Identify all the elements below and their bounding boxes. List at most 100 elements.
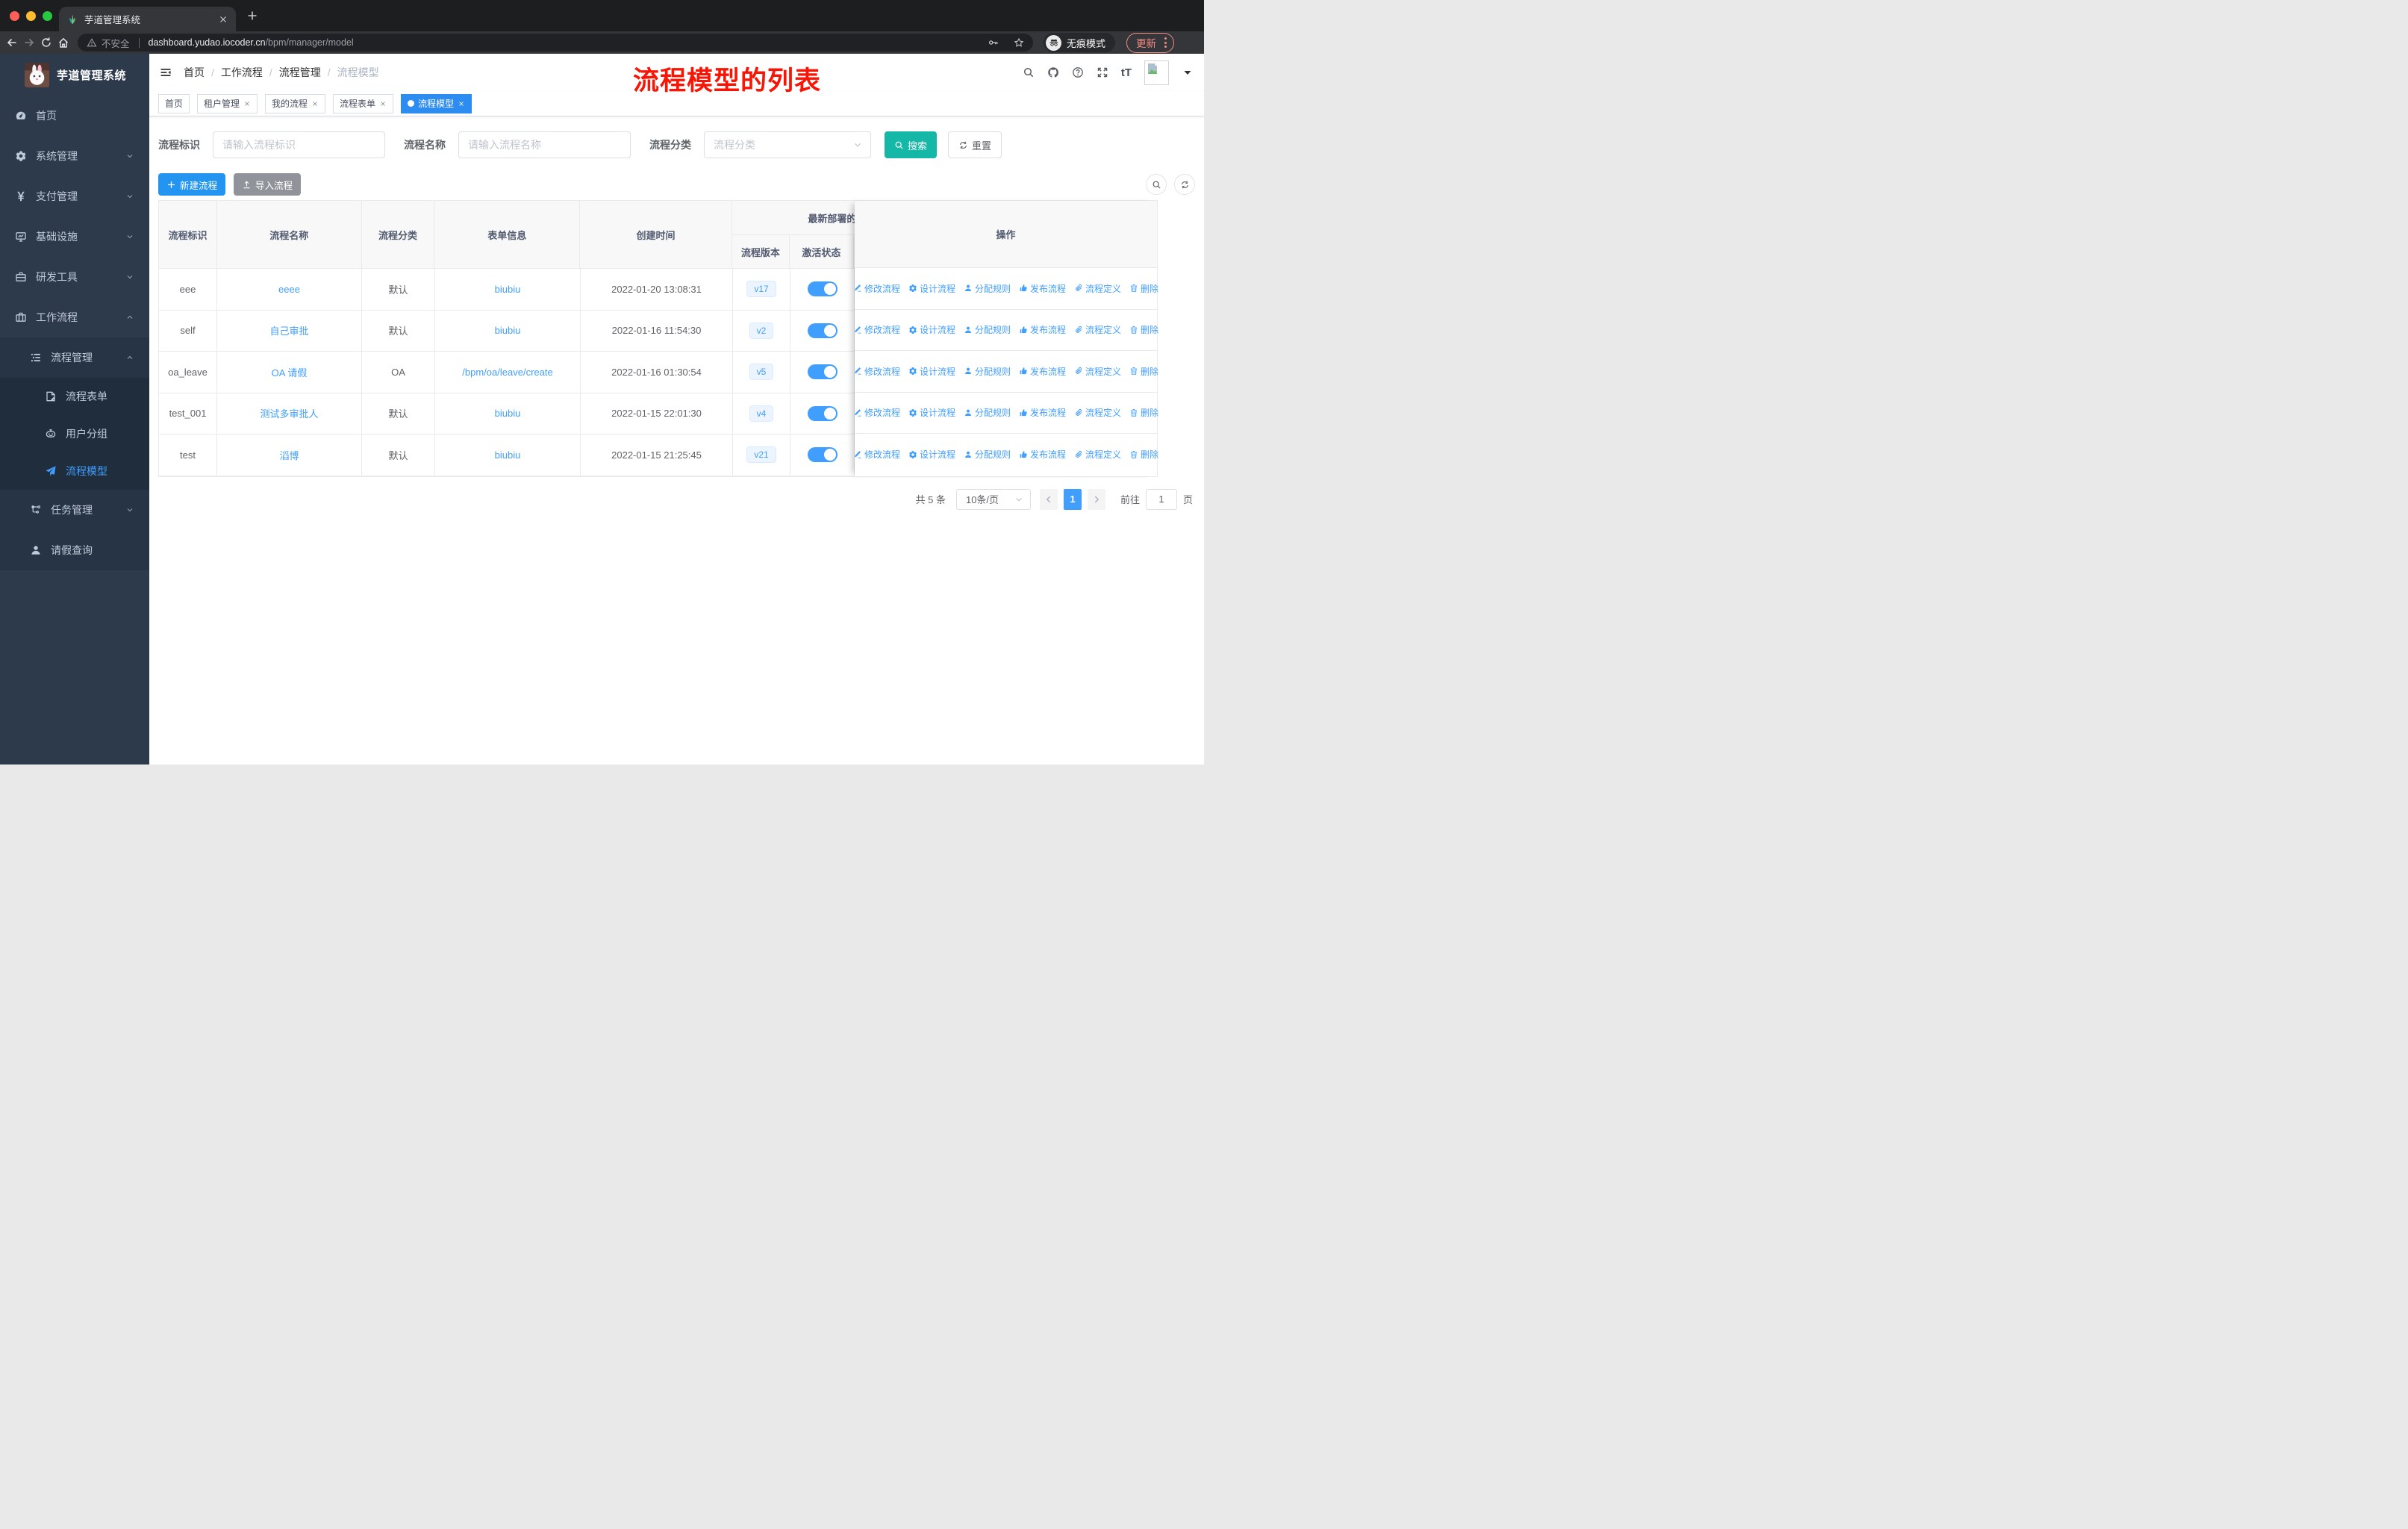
- form-info-link[interactable]: biubiu: [495, 408, 521, 419]
- breadcrumb-item[interactable]: 流程管理: [279, 65, 321, 80]
- active-toggle[interactable]: [807, 364, 838, 380]
- action-modify-link[interactable]: 修改流程: [853, 323, 900, 336]
- process-name-link[interactable]: 滔博: [279, 448, 299, 462]
- window-zoom-button[interactable]: [43, 11, 52, 21]
- sidebar-item-system[interactable]: 系统管理: [0, 136, 149, 176]
- page-size-select[interactable]: 10条/页: [955, 488, 1031, 510]
- bookmark-star-icon[interactable]: [1014, 37, 1024, 48]
- password-key-icon[interactable]: [988, 37, 999, 48]
- action-design-link[interactable]: 设计流程: [908, 448, 955, 461]
- import-process-button[interactable]: 导入流程: [234, 173, 302, 196]
- route-tag-process-form[interactable]: 流程表单: [333, 93, 394, 113]
- refresh-table-button[interactable]: [1174, 174, 1195, 195]
- sidebar-collapse-icon[interactable]: [160, 66, 172, 78]
- action-design-link[interactable]: 设计流程: [908, 365, 955, 378]
- route-tag-tenant-mgmt[interactable]: 租户管理: [197, 93, 258, 113]
- fullscreen-icon[interactable]: [1097, 66, 1108, 78]
- window-minimize-button[interactable]: [26, 11, 36, 21]
- action-delete-link[interactable]: 删除: [1129, 365, 1158, 378]
- security-label[interactable]: 不安全: [102, 36, 130, 50]
- sidebar-item-task-mgmt[interactable]: 任务管理: [0, 490, 149, 530]
- home-button[interactable]: [57, 37, 69, 49]
- process-name-link[interactable]: 自己审批: [269, 323, 308, 337]
- form-info-link[interactable]: biubiu: [495, 449, 521, 461]
- action-assign-link[interactable]: 分配规则: [964, 282, 1011, 295]
- form-info-link[interactable]: biubiu: [495, 325, 521, 336]
- tag-close-icon[interactable]: [458, 100, 465, 108]
- help-icon[interactable]: [1072, 66, 1084, 78]
- active-toggle[interactable]: [807, 281, 838, 297]
- action-design-link[interactable]: 设计流程: [908, 282, 955, 295]
- action-publish-link[interactable]: 发布流程: [1019, 406, 1066, 419]
- breadcrumb-item[interactable]: 首页: [184, 65, 205, 80]
- browser-update-button[interactable]: 更新: [1126, 32, 1175, 53]
- create-process-button[interactable]: 新建流程: [158, 173, 226, 196]
- tag-close-icon[interactable]: [379, 100, 387, 108]
- url-bar[interactable]: 不安全 dashboard.yudao.iocoder.cn/bpm/manag…: [78, 34, 1033, 52]
- avatar[interactable]: [1144, 60, 1169, 85]
- show-search-button[interactable]: [1146, 174, 1167, 195]
- action-define-link[interactable]: 流程定义: [1074, 323, 1121, 336]
- action-delete-link[interactable]: 删除: [1129, 406, 1158, 419]
- action-define-link[interactable]: 流程定义: [1074, 365, 1121, 378]
- sidebar-item-home[interactable]: 首页: [0, 96, 149, 136]
- action-publish-link[interactable]: 发布流程: [1019, 448, 1066, 461]
- action-delete-link[interactable]: 删除: [1129, 323, 1158, 336]
- process-name-link[interactable]: OA 请假: [272, 365, 308, 379]
- breadcrumb-item[interactable]: 工作流程: [221, 65, 263, 80]
- browser-tab[interactable]: 芋道管理系统: [59, 7, 236, 31]
- action-assign-link[interactable]: 分配规则: [964, 323, 1011, 336]
- action-delete-link[interactable]: 删除: [1129, 448, 1158, 461]
- action-modify-link[interactable]: 修改流程: [853, 282, 900, 295]
- route-tag-process-model[interactable]: 流程模型: [401, 93, 472, 113]
- goto-page-input[interactable]: [1145, 488, 1177, 510]
- font-size-icon[interactable]: tT: [1121, 66, 1132, 79]
- sidebar-item-workflow[interactable]: 工作流程: [0, 297, 149, 337]
- sidebar-item-process-model[interactable]: 流程模型: [0, 452, 149, 490]
- active-toggle[interactable]: [807, 405, 838, 421]
- active-toggle[interactable]: [807, 447, 838, 463]
- browser-menu-icon[interactable]: [1164, 37, 1167, 48]
- tag-close-icon[interactable]: [243, 100, 251, 108]
- current-page-button[interactable]: 1: [1063, 488, 1082, 510]
- new-tab-button[interactable]: [246, 10, 258, 22]
- action-modify-link[interactable]: 修改流程: [853, 448, 900, 461]
- sidebar-item-payment[interactable]: 支付管理: [0, 176, 149, 217]
- sidebar-item-process-mgmt[interactable]: 流程管理: [0, 337, 149, 378]
- active-toggle[interactable]: [807, 323, 838, 338]
- next-page-button[interactable]: [1087, 488, 1105, 510]
- forward-button[interactable]: [23, 37, 35, 49]
- action-publish-link[interactable]: 发布流程: [1019, 323, 1066, 336]
- action-design-link[interactable]: 设计流程: [908, 323, 955, 336]
- form-info-link[interactable]: biubiu: [495, 284, 521, 295]
- action-assign-link[interactable]: 分配规则: [964, 365, 1011, 378]
- sidebar-item-dev-tools[interactable]: 研发工具: [0, 257, 149, 297]
- github-icon[interactable]: [1047, 66, 1059, 78]
- process-name-link[interactable]: eeee: [278, 284, 300, 295]
- action-define-link[interactable]: 流程定义: [1074, 448, 1121, 461]
- action-modify-link[interactable]: 修改流程: [853, 406, 900, 419]
- route-tag-my-process[interactable]: 我的流程: [265, 93, 326, 113]
- back-button[interactable]: [6, 37, 18, 49]
- sidebar-item-infrastructure[interactable]: 基础设施: [0, 217, 149, 257]
- action-publish-link[interactable]: 发布流程: [1019, 365, 1066, 378]
- process-id-input[interactable]: [213, 131, 385, 158]
- action-assign-link[interactable]: 分配规则: [964, 406, 1011, 419]
- sidebar-item-process-form[interactable]: 流程表单: [0, 378, 149, 415]
- action-define-link[interactable]: 流程定义: [1074, 406, 1121, 419]
- action-delete-link[interactable]: 删除: [1129, 282, 1158, 295]
- tab-close-icon[interactable]: [218, 14, 228, 25]
- reload-button[interactable]: [40, 37, 52, 49]
- window-close-button[interactable]: [10, 11, 19, 21]
- action-design-link[interactable]: 设计流程: [908, 406, 955, 419]
- action-modify-link[interactable]: 修改流程: [853, 365, 900, 378]
- process-name-link[interactable]: 测试多审批人: [260, 406, 318, 420]
- action-define-link[interactable]: 流程定义: [1074, 282, 1121, 295]
- search-icon[interactable]: [1023, 66, 1035, 78]
- app-logo[interactable]: 芋道管理系统: [0, 54, 149, 96]
- sidebar-item-user-group[interactable]: 用户分组: [0, 415, 149, 452]
- route-tag-home[interactable]: 首页: [158, 93, 190, 113]
- prev-page-button[interactable]: [1039, 488, 1058, 510]
- process-category-select[interactable]: 流程分类: [704, 131, 871, 158]
- chevron-down-icon[interactable]: [1182, 66, 1194, 78]
